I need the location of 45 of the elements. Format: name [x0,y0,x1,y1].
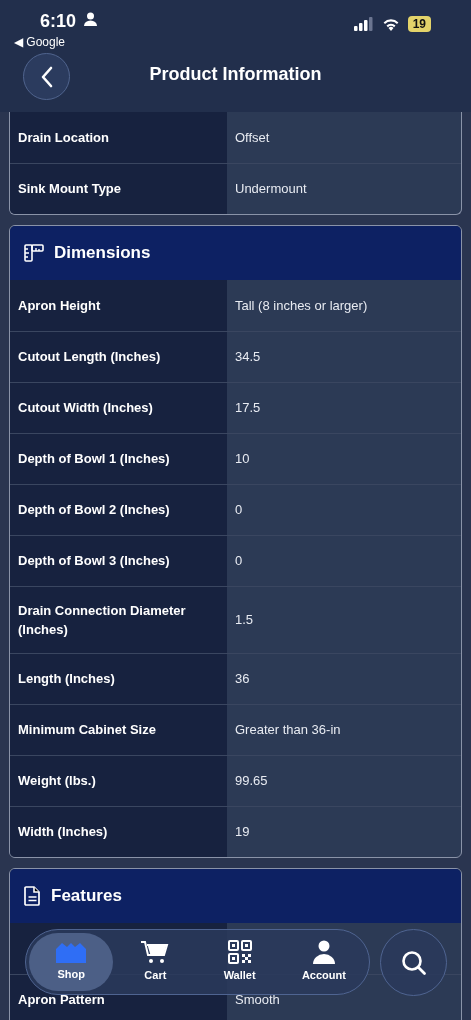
account-icon [312,940,335,965]
spec-label: Cutout Length (Inches) [10,332,227,382]
spec-value: 10 [234,450,251,469]
spec-label: Drain Connection Diameter (Inches) [10,587,227,653]
back-to-app-link[interactable]: ◀ Google [14,33,66,51]
spec-value: 17.5 [234,399,262,418]
ruler-icon [24,244,44,262]
spec-value: Tall (8 inches or larger) [234,296,369,315]
spec-value: 0 [234,501,244,520]
qr-code-icon [227,940,252,965]
signal-icon [353,17,374,31]
spec-value: 99.65 [234,772,269,791]
cart-icon [140,940,171,965]
spec-value: Undermount [234,180,308,199]
tab-item[interactable]: Account [281,933,366,991]
section-title: Dimensions [54,242,151,265]
tab-item[interactable]: Shop [29,933,114,991]
spec-value: 1.5 [234,611,255,630]
spec-label: Weight (lbs.) [10,756,227,806]
spec-value: 36 [234,670,251,689]
spec-value: Greater than 36-in [234,721,342,740]
spec-value: 19 [234,823,251,842]
document-icon [24,886,41,906]
search-icon [399,948,428,977]
spec-label: Depth of Bowl 2 (Inches) [10,485,227,535]
store-icon [54,941,89,964]
spec-label: Apron Height [10,280,227,331]
spec-label: Cutout Width (Inches) [10,383,227,433]
spec-label: Sink Mount Type [10,164,227,214]
spec-label: Depth of Bowl 1 (Inches) [10,434,227,484]
spec-label: Length (Inches) [10,654,227,704]
spec-value: 34.5 [234,348,262,367]
spec-label: Depth of Bowl 3 (Inches) [10,536,227,586]
spec-label: Drain Location [10,112,227,163]
page-title: Product Information [149,64,322,84]
spec-label: Minimum Cabinet Size [10,705,227,755]
spec-value: Offset [234,128,271,147]
wifi-icon [381,17,400,31]
chevron-left-icon [39,65,54,88]
status-time: 6:10 [40,10,77,33]
section-title: Features [51,885,122,908]
battery-indicator: 19 [407,16,431,32]
spec-label: Width (Inches) [10,807,227,857]
spec-value: 0 [234,552,244,571]
person-icon [84,12,97,26]
